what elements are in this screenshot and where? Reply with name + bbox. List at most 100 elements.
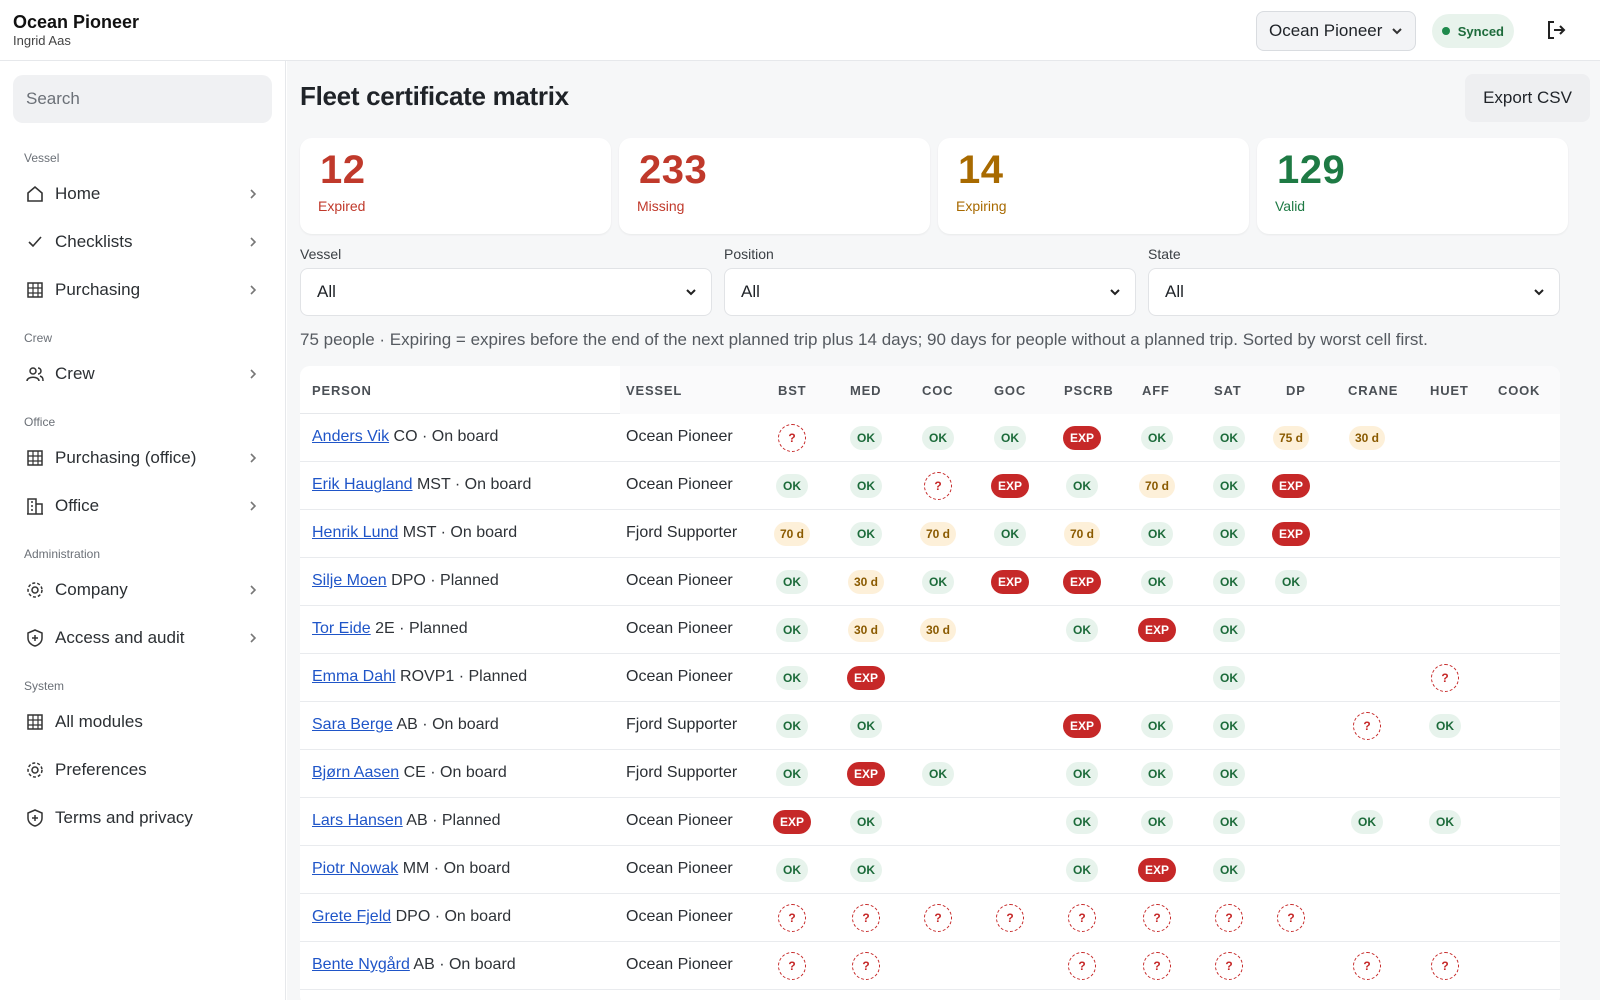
- certificate-status-chip[interactable]: ?: [778, 904, 806, 932]
- certificate-status-chip[interactable]: 70 d: [774, 522, 810, 546]
- certificate-status-chip[interactable]: OK: [1066, 762, 1098, 786]
- certificate-status-chip[interactable]: ?: [778, 424, 806, 452]
- certificate-status-chip[interactable]: ?: [1068, 952, 1096, 980]
- certificate-status-chip[interactable]: OK: [1351, 810, 1383, 834]
- search-input[interactable]: [13, 75, 272, 123]
- certificate-status-chip[interactable]: OK: [850, 714, 882, 738]
- sidebar-item-purchasing[interactable]: Purchasing: [13, 268, 272, 312]
- sidebar-item-purchasing-office[interactable]: Purchasing (office): [13, 436, 272, 480]
- person-link[interactable]: Lars Hansen: [312, 812, 403, 829]
- person-link[interactable]: Bjørn Aasen: [312, 764, 399, 781]
- certificate-status-chip[interactable]: 70 d: [1064, 522, 1100, 546]
- certificate-status-chip[interactable]: OK: [776, 714, 808, 738]
- certificate-status-chip[interactable]: ?: [852, 904, 880, 932]
- certificate-status-chip[interactable]: ?: [1431, 952, 1459, 980]
- certificate-status-chip[interactable]: ?: [1353, 712, 1381, 740]
- filter-position-select[interactable]: All: [724, 268, 1136, 316]
- certificate-status-chip[interactable]: ?: [1277, 904, 1305, 932]
- person-link[interactable]: Henrik Lund: [312, 524, 398, 541]
- certificate-status-chip[interactable]: OK: [1213, 762, 1245, 786]
- certificate-status-chip[interactable]: OK: [1429, 810, 1461, 834]
- person-link[interactable]: Emma Dahl: [312, 668, 396, 685]
- certificate-status-chip[interactable]: OK: [776, 618, 808, 642]
- export-csv-button[interactable]: Export CSV: [1465, 74, 1590, 122]
- vessel-selector[interactable]: Ocean Pioneer: [1256, 11, 1416, 51]
- certificate-status-chip[interactable]: 30 d: [1349, 426, 1385, 450]
- certificate-status-chip[interactable]: OK: [776, 474, 808, 498]
- certificate-status-chip[interactable]: OK: [1429, 714, 1461, 738]
- sidebar-item-office[interactable]: Office: [13, 484, 272, 528]
- certificate-status-chip[interactable]: ?: [1068, 904, 1096, 932]
- certificate-status-chip[interactable]: OK: [922, 762, 954, 786]
- certificate-status-chip[interactable]: EXP: [991, 474, 1029, 498]
- certificate-status-chip[interactable]: ?: [1143, 904, 1171, 932]
- certificate-status-chip[interactable]: OK: [1066, 858, 1098, 882]
- certificate-status-chip[interactable]: ?: [1143, 952, 1171, 980]
- sidebar-item-access-and-audit[interactable]: Access and audit: [13, 616, 272, 660]
- certificate-status-chip[interactable]: ?: [778, 952, 806, 980]
- certificate-status-chip[interactable]: OK: [1066, 474, 1098, 498]
- certificate-status-chip[interactable]: OK: [1213, 426, 1245, 450]
- certificate-status-chip[interactable]: OK: [1141, 522, 1173, 546]
- certificate-status-chip[interactable]: 30 d: [848, 570, 884, 594]
- certificate-status-chip[interactable]: 75 d: [1273, 426, 1309, 450]
- certificate-status-chip[interactable]: OK: [1213, 858, 1245, 882]
- certificate-status-chip[interactable]: OK: [994, 426, 1026, 450]
- stat-card-expiring[interactable]: 14 Expiring: [938, 138, 1249, 234]
- certificate-status-chip[interactable]: OK: [850, 426, 882, 450]
- certificate-status-chip[interactable]: 30 d: [920, 618, 956, 642]
- certificate-status-chip[interactable]: OK: [850, 474, 882, 498]
- sidebar-item-checklists[interactable]: Checklists: [13, 220, 272, 264]
- stat-card-missing[interactable]: 233 Missing: [619, 138, 930, 234]
- person-link[interactable]: Tor Eide: [312, 620, 371, 637]
- certificate-status-chip[interactable]: OK: [1141, 570, 1173, 594]
- certificate-status-chip[interactable]: ?: [1353, 952, 1381, 980]
- certificate-status-chip[interactable]: OK: [1141, 426, 1173, 450]
- certificate-status-chip[interactable]: OK: [850, 810, 882, 834]
- certificate-status-chip[interactable]: EXP: [1063, 570, 1101, 594]
- certificate-status-chip[interactable]: 70 d: [1139, 474, 1175, 498]
- person-link[interactable]: Sara Berge: [312, 716, 393, 733]
- person-link[interactable]: Anders Vik: [312, 428, 389, 445]
- certificate-status-chip[interactable]: EXP: [773, 810, 811, 834]
- filter-state-select[interactable]: All: [1148, 268, 1560, 316]
- sidebar-item-all-modules[interactable]: All modules: [13, 700, 272, 744]
- certificate-status-chip[interactable]: 30 d: [848, 618, 884, 642]
- certificate-status-chip[interactable]: OK: [1213, 810, 1245, 834]
- column-header-vessel[interactable]: VESSEL: [626, 383, 682, 398]
- filter-vessel-select[interactable]: All: [300, 268, 712, 316]
- certificate-status-chip[interactable]: OK: [776, 762, 808, 786]
- stat-card-valid[interactable]: 129 Valid: [1257, 138, 1568, 234]
- certificate-status-chip[interactable]: OK: [850, 858, 882, 882]
- sidebar-item-crew[interactable]: Crew: [13, 352, 272, 396]
- certificate-status-chip[interactable]: ?: [852, 952, 880, 980]
- certificate-status-chip[interactable]: EXP: [1138, 858, 1176, 882]
- certificate-status-chip[interactable]: 70 d: [920, 522, 956, 546]
- certificate-status-chip[interactable]: OK: [776, 570, 808, 594]
- certificate-status-chip[interactable]: OK: [1213, 618, 1245, 642]
- person-link[interactable]: Grete Fjeld: [312, 908, 391, 925]
- column-header-person[interactable]: PERSON: [312, 383, 372, 398]
- certificate-status-chip[interactable]: ?: [996, 904, 1024, 932]
- certificate-status-chip[interactable]: OK: [1141, 810, 1173, 834]
- certificate-status-chip[interactable]: EXP: [1272, 522, 1310, 546]
- certificate-status-chip[interactable]: OK: [776, 666, 808, 690]
- certificate-status-chip[interactable]: OK: [1213, 474, 1245, 498]
- certificate-status-chip[interactable]: OK: [922, 570, 954, 594]
- certificate-status-chip[interactable]: OK: [1066, 618, 1098, 642]
- certificate-status-chip[interactable]: ?: [924, 904, 952, 932]
- certificate-status-chip[interactable]: EXP: [991, 570, 1029, 594]
- sidebar-item-preferences[interactable]: Preferences: [13, 748, 272, 792]
- person-link[interactable]: Piotr Nowak: [312, 860, 398, 877]
- sidebar-item-home[interactable]: Home: [13, 172, 272, 216]
- certificate-status-chip[interactable]: EXP: [847, 762, 885, 786]
- certificate-status-chip[interactable]: EXP: [1272, 474, 1310, 498]
- certificate-status-chip[interactable]: OK: [850, 522, 882, 546]
- certificate-status-chip[interactable]: OK: [1213, 570, 1245, 594]
- certificate-status-chip[interactable]: ?: [924, 472, 952, 500]
- certificate-status-chip[interactable]: EXP: [1138, 618, 1176, 642]
- certificate-status-chip[interactable]: OK: [1141, 762, 1173, 786]
- certificate-status-chip[interactable]: OK: [1213, 522, 1245, 546]
- stat-card-expired[interactable]: 12 Expired: [300, 138, 611, 234]
- certificate-status-chip[interactable]: ?: [1215, 904, 1243, 932]
